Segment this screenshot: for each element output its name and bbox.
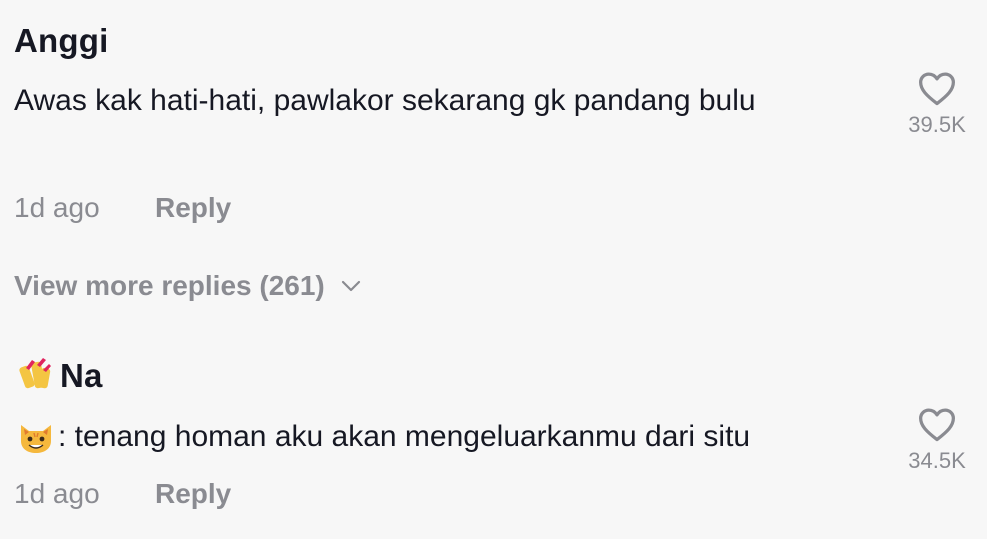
comment-text-content: Awas kak hati-hati, pawlakor sekarang gk…: [14, 84, 756, 117]
heart-outline-icon[interactable]: [917, 70, 957, 106]
comment-text: Awas kak hati-hati, pawlakor sekarang gk…: [14, 76, 854, 126]
reply-button[interactable]: Reply: [155, 192, 231, 224]
comment-text-content: : tenang homan aku akan mengeluarkanmu d…: [58, 420, 751, 453]
view-more-replies-button[interactable]: View more replies (261): [14, 270, 361, 302]
like-group: 39.5K: [897, 70, 977, 138]
comment-item: Na : tenang homan aku akan mengeluarkanm…: [0, 340, 987, 539]
username-text: Anggi: [14, 22, 109, 59]
comment-meta: 1d ago Reply: [14, 478, 231, 510]
comment-time: 1d ago: [14, 478, 100, 509]
comment-username[interactable]: Na: [14, 354, 103, 398]
like-count: 34.5K: [908, 448, 966, 473]
heart-outline-icon[interactable]: [917, 406, 957, 442]
like-count: 39.5K: [908, 112, 966, 137]
cat-face-emoji-icon: [14, 415, 58, 459]
comment-item: Anggi Awas kak hati-hati, pawlakor sekar…: [0, 0, 987, 250]
username-text: Na: [60, 357, 103, 394]
chevron-down-icon: [341, 280, 360, 292]
comment-meta: 1d ago Reply: [14, 192, 231, 224]
comment-username[interactable]: Anggi: [14, 22, 108, 60]
like-group: 34.5K: [897, 406, 977, 474]
view-more-label: View more replies (261): [14, 270, 325, 301]
comment-time: 1d ago: [14, 192, 100, 223]
reply-button[interactable]: Reply: [155, 478, 231, 510]
nail-polish-emoji-icon: [14, 354, 58, 398]
comment-text: : tenang homan aku akan mengeluarkanmu d…: [14, 412, 854, 462]
